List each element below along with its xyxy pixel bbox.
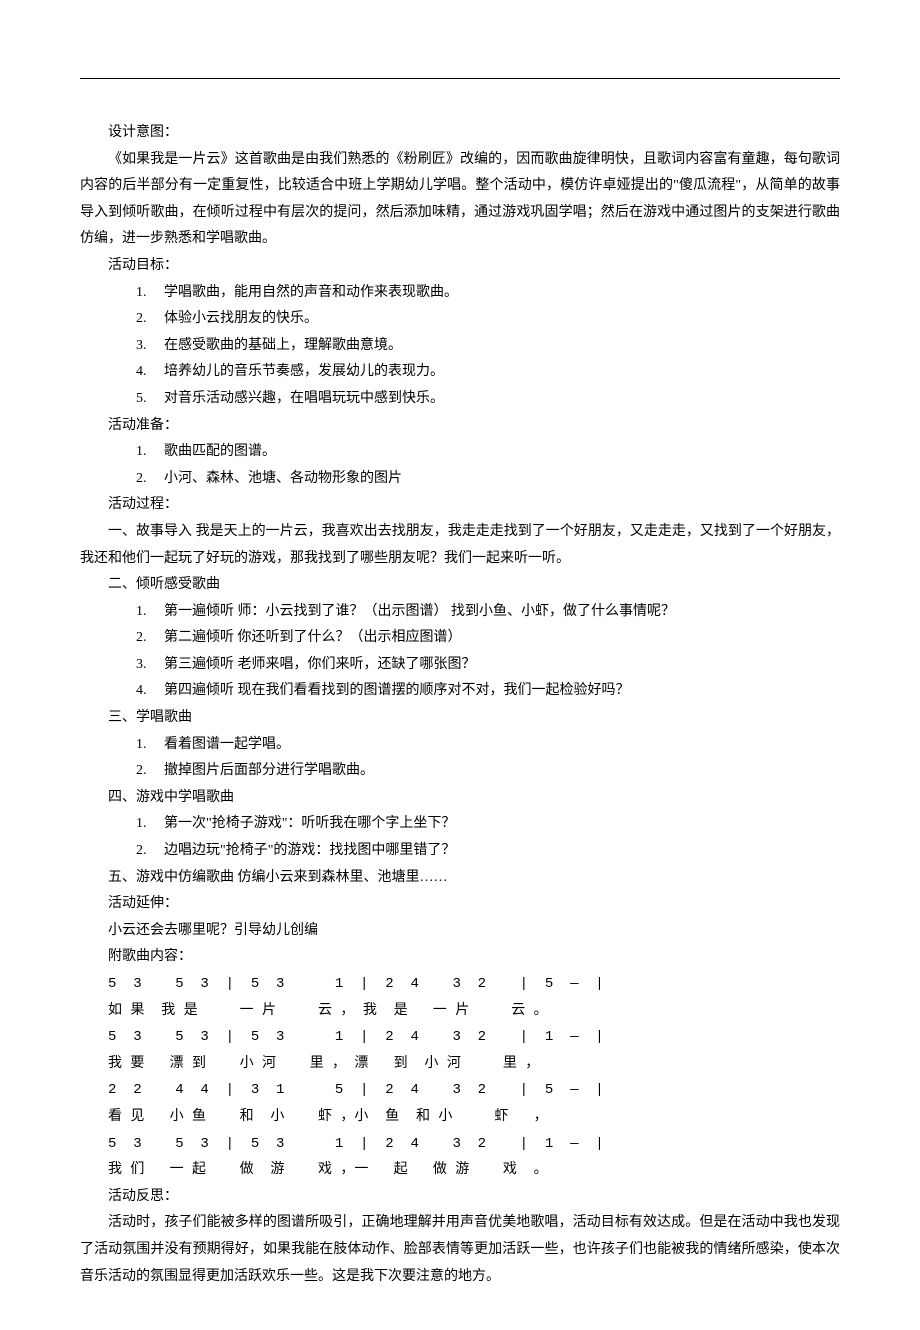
score-line: 5 3 5 3 | 5 3 1 | 2 4 3 2 | 5 — | <box>80 971 840 998</box>
adapt-section-label: 五、游戏中仿编歌曲 仿编小云来到森林里、池塘里…… <box>80 865 840 892</box>
game-section-label: 四、游戏中学唱歌曲 <box>80 785 840 812</box>
prep-text: 歌曲匹配的图谱。 <box>164 444 276 459</box>
score-line: 5 3 5 3 | 5 3 1 | 2 4 3 2 | 1 — | <box>80 1131 840 1158</box>
design-intent-label: 设计意图： <box>80 120 840 147</box>
page: 设计意图： 《如果我是一片云》这首歌曲是由我们熟悉的《粉刷匠》改编的，因而歌曲旋… <box>0 0 920 1330</box>
top-rule <box>80 78 840 79</box>
activity-prep-label: 活动准备： <box>80 413 840 440</box>
goal-item: 1.学唱歌曲，能用自然的声音和动作来表现歌曲。 <box>80 280 840 307</box>
score-line: 我 要 漂 到 小 河 里 ， 漂 到 小 河 里 ， <box>80 1051 840 1078</box>
game-text: 边唱边玩"抢椅子"的游戏：找找图中哪里错了？ <box>164 843 455 858</box>
lyrics-label: 附歌曲内容： <box>80 944 840 971</box>
learn-section-label: 三、学唱歌曲 <box>80 705 840 732</box>
goal-text: 体验小云找朋友的快乐。 <box>164 311 318 326</box>
learn-item: 1.看着图谱一起学唱。 <box>80 732 840 759</box>
listen-item: 3.第三遍倾听 老师来唱，你们来听，还缺了哪张图？ <box>80 652 840 679</box>
goal-item: 5.对音乐活动感兴趣，在唱唱玩玩中感到快乐。 <box>80 386 840 413</box>
story-intro: 一、故事导入 我是天上的一片云，我喜欢出去找朋友，我走走走找到了一个好朋友，又走… <box>80 519 840 572</box>
score-line: 如 果 我 是 一 片 云 ， 我 是 一 片 云 。 <box>80 998 840 1025</box>
game-item: 1.第一次"抢椅子游戏"：听听我在哪个字上坐下？ <box>80 811 840 838</box>
learn-text: 看着图谱一起学唱。 <box>164 737 290 752</box>
goal-item: 3.在感受歌曲的基础上，理解歌曲意境。 <box>80 333 840 360</box>
listen-text: 第二遍倾听 你还听到了什么？（出示相应图谱） <box>164 630 462 645</box>
listen-item: 4.第四遍倾听 现在我们看看找到的图谱摆的顺序对不对，我们一起检验好吗？ <box>80 678 840 705</box>
activity-goal-label: 活动目标： <box>80 253 840 280</box>
design-intent-text: 《如果我是一片云》这首歌曲是由我们熟悉的《粉刷匠》改编的，因而歌曲旋律明快，且歌… <box>80 147 840 253</box>
score-line: 2 2 4 4 | 3 1 5 | 2 4 3 2 | 5 — | <box>80 1077 840 1104</box>
listen-section-label: 二、倾听感受歌曲 <box>80 572 840 599</box>
goal-item: 2.体验小云找朋友的快乐。 <box>80 306 840 333</box>
document-content: 设计意图： 《如果我是一片云》这首歌曲是由我们熟悉的《粉刷匠》改编的，因而歌曲旋… <box>80 120 840 1290</box>
game-item: 2.边唱边玩"抢椅子"的游戏：找找图中哪里错了？ <box>80 838 840 865</box>
goal-text: 培养幼儿的音乐节奏感，发展幼儿的表现力。 <box>164 364 444 379</box>
score-line: 我 们 一 起 做 游 戏 ，一 起 做 游 戏 。 <box>80 1157 840 1184</box>
goal-text: 学唱歌曲，能用自然的声音和动作来表现歌曲。 <box>164 285 458 300</box>
listen-text: 第四遍倾听 现在我们看看找到的图谱摆的顺序对不对，我们一起检验好吗？ <box>164 683 630 698</box>
extension-label: 活动延伸： <box>80 891 840 918</box>
goal-item: 4.培养幼儿的音乐节奏感，发展幼儿的表现力。 <box>80 359 840 386</box>
reflect-text: 活动时，孩子们能被多样的图谱所吸引，正确地理解并用声音优美地歌唱，活动目标有效达… <box>80 1210 840 1290</box>
extension-text: 小云还会去哪里呢？引导幼儿创编 <box>80 918 840 945</box>
reflect-label: 活动反思： <box>80 1184 840 1211</box>
listen-item: 1.第一遍倾听 师：小云找到了谁？（出示图谱） 找到小鱼、小虾，做了什么事情呢？ <box>80 599 840 626</box>
score-line: 5 3 5 3 | 5 3 1 | 2 4 3 2 | 1 — | <box>80 1024 840 1051</box>
score-line: 看 见 小 鱼 和 小 虾 ，小 鱼 和 小 虾 ， <box>80 1104 840 1131</box>
learn-item: 2.撤掉图片后面部分进行学唱歌曲。 <box>80 758 840 785</box>
listen-text: 第一遍倾听 师：小云找到了谁？（出示图谱） 找到小鱼、小虾，做了什么事情呢？ <box>164 604 675 619</box>
game-text: 第一次"抢椅子游戏"：听听我在哪个字上坐下？ <box>164 816 455 831</box>
listen-item: 2.第二遍倾听 你还听到了什么？（出示相应图谱） <box>80 625 840 652</box>
prep-text: 小河、森林、池塘、各动物形象的图片 <box>164 471 402 486</box>
prep-item: 1.歌曲匹配的图谱。 <box>80 439 840 466</box>
activity-process-label: 活动过程： <box>80 492 840 519</box>
listen-text: 第三遍倾听 老师来唱，你们来听，还缺了哪张图？ <box>164 657 476 672</box>
goal-text: 在感受歌曲的基础上，理解歌曲意境。 <box>164 338 402 353</box>
learn-text: 撤掉图片后面部分进行学唱歌曲。 <box>164 763 374 778</box>
prep-item: 2.小河、森林、池塘、各动物形象的图片 <box>80 466 840 493</box>
goal-text: 对音乐活动感兴趣，在唱唱玩玩中感到快乐。 <box>164 391 444 406</box>
